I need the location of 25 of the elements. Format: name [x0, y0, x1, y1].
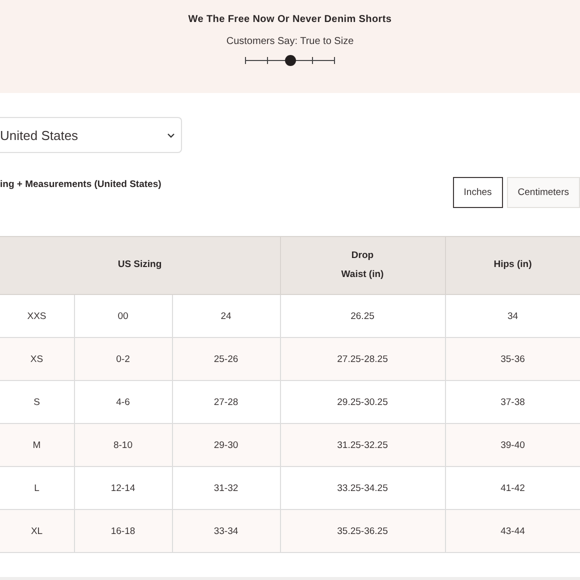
table-cell: 8-10	[74, 424, 172, 466]
column-header: Drop Waist (in)	[341, 249, 384, 282]
table-cell: 27.25-28.25	[280, 338, 445, 380]
table-cell: 39-40	[445, 424, 580, 466]
unit-toggle[interactable]: Centimeters	[506, 177, 580, 208]
table-cell: 43-44	[445, 510, 580, 552]
fit-label: Customers Say: True to Size	[226, 36, 354, 47]
table-heading: ing + Measurements (United States)	[0, 179, 162, 190]
table-cell: 31.25-32.25	[280, 424, 445, 466]
unit-toggle[interactable]: Inches	[452, 177, 503, 208]
table-cell: XS	[0, 338, 74, 380]
table-cell: 35.25-36.25	[280, 510, 445, 552]
table-cell: 33-34	[172, 510, 280, 552]
table-cell: 25-26	[172, 338, 280, 380]
chevron-down-icon	[167, 132, 175, 138]
table-cell: 29-30	[172, 424, 280, 466]
product-title: We The Free Now Or Never Denim Shorts	[188, 14, 392, 25]
table-cell: 16-18	[74, 510, 172, 552]
column-header: Hips (in)	[494, 258, 532, 272]
table-cell: 0-2	[74, 338, 172, 380]
column-header: US Sizing	[118, 258, 162, 272]
table-cell: 35-36	[445, 338, 580, 380]
table-cell: XL	[0, 510, 74, 552]
table-cell: M	[0, 424, 74, 466]
region-select[interactable]: United States	[0, 117, 182, 153]
